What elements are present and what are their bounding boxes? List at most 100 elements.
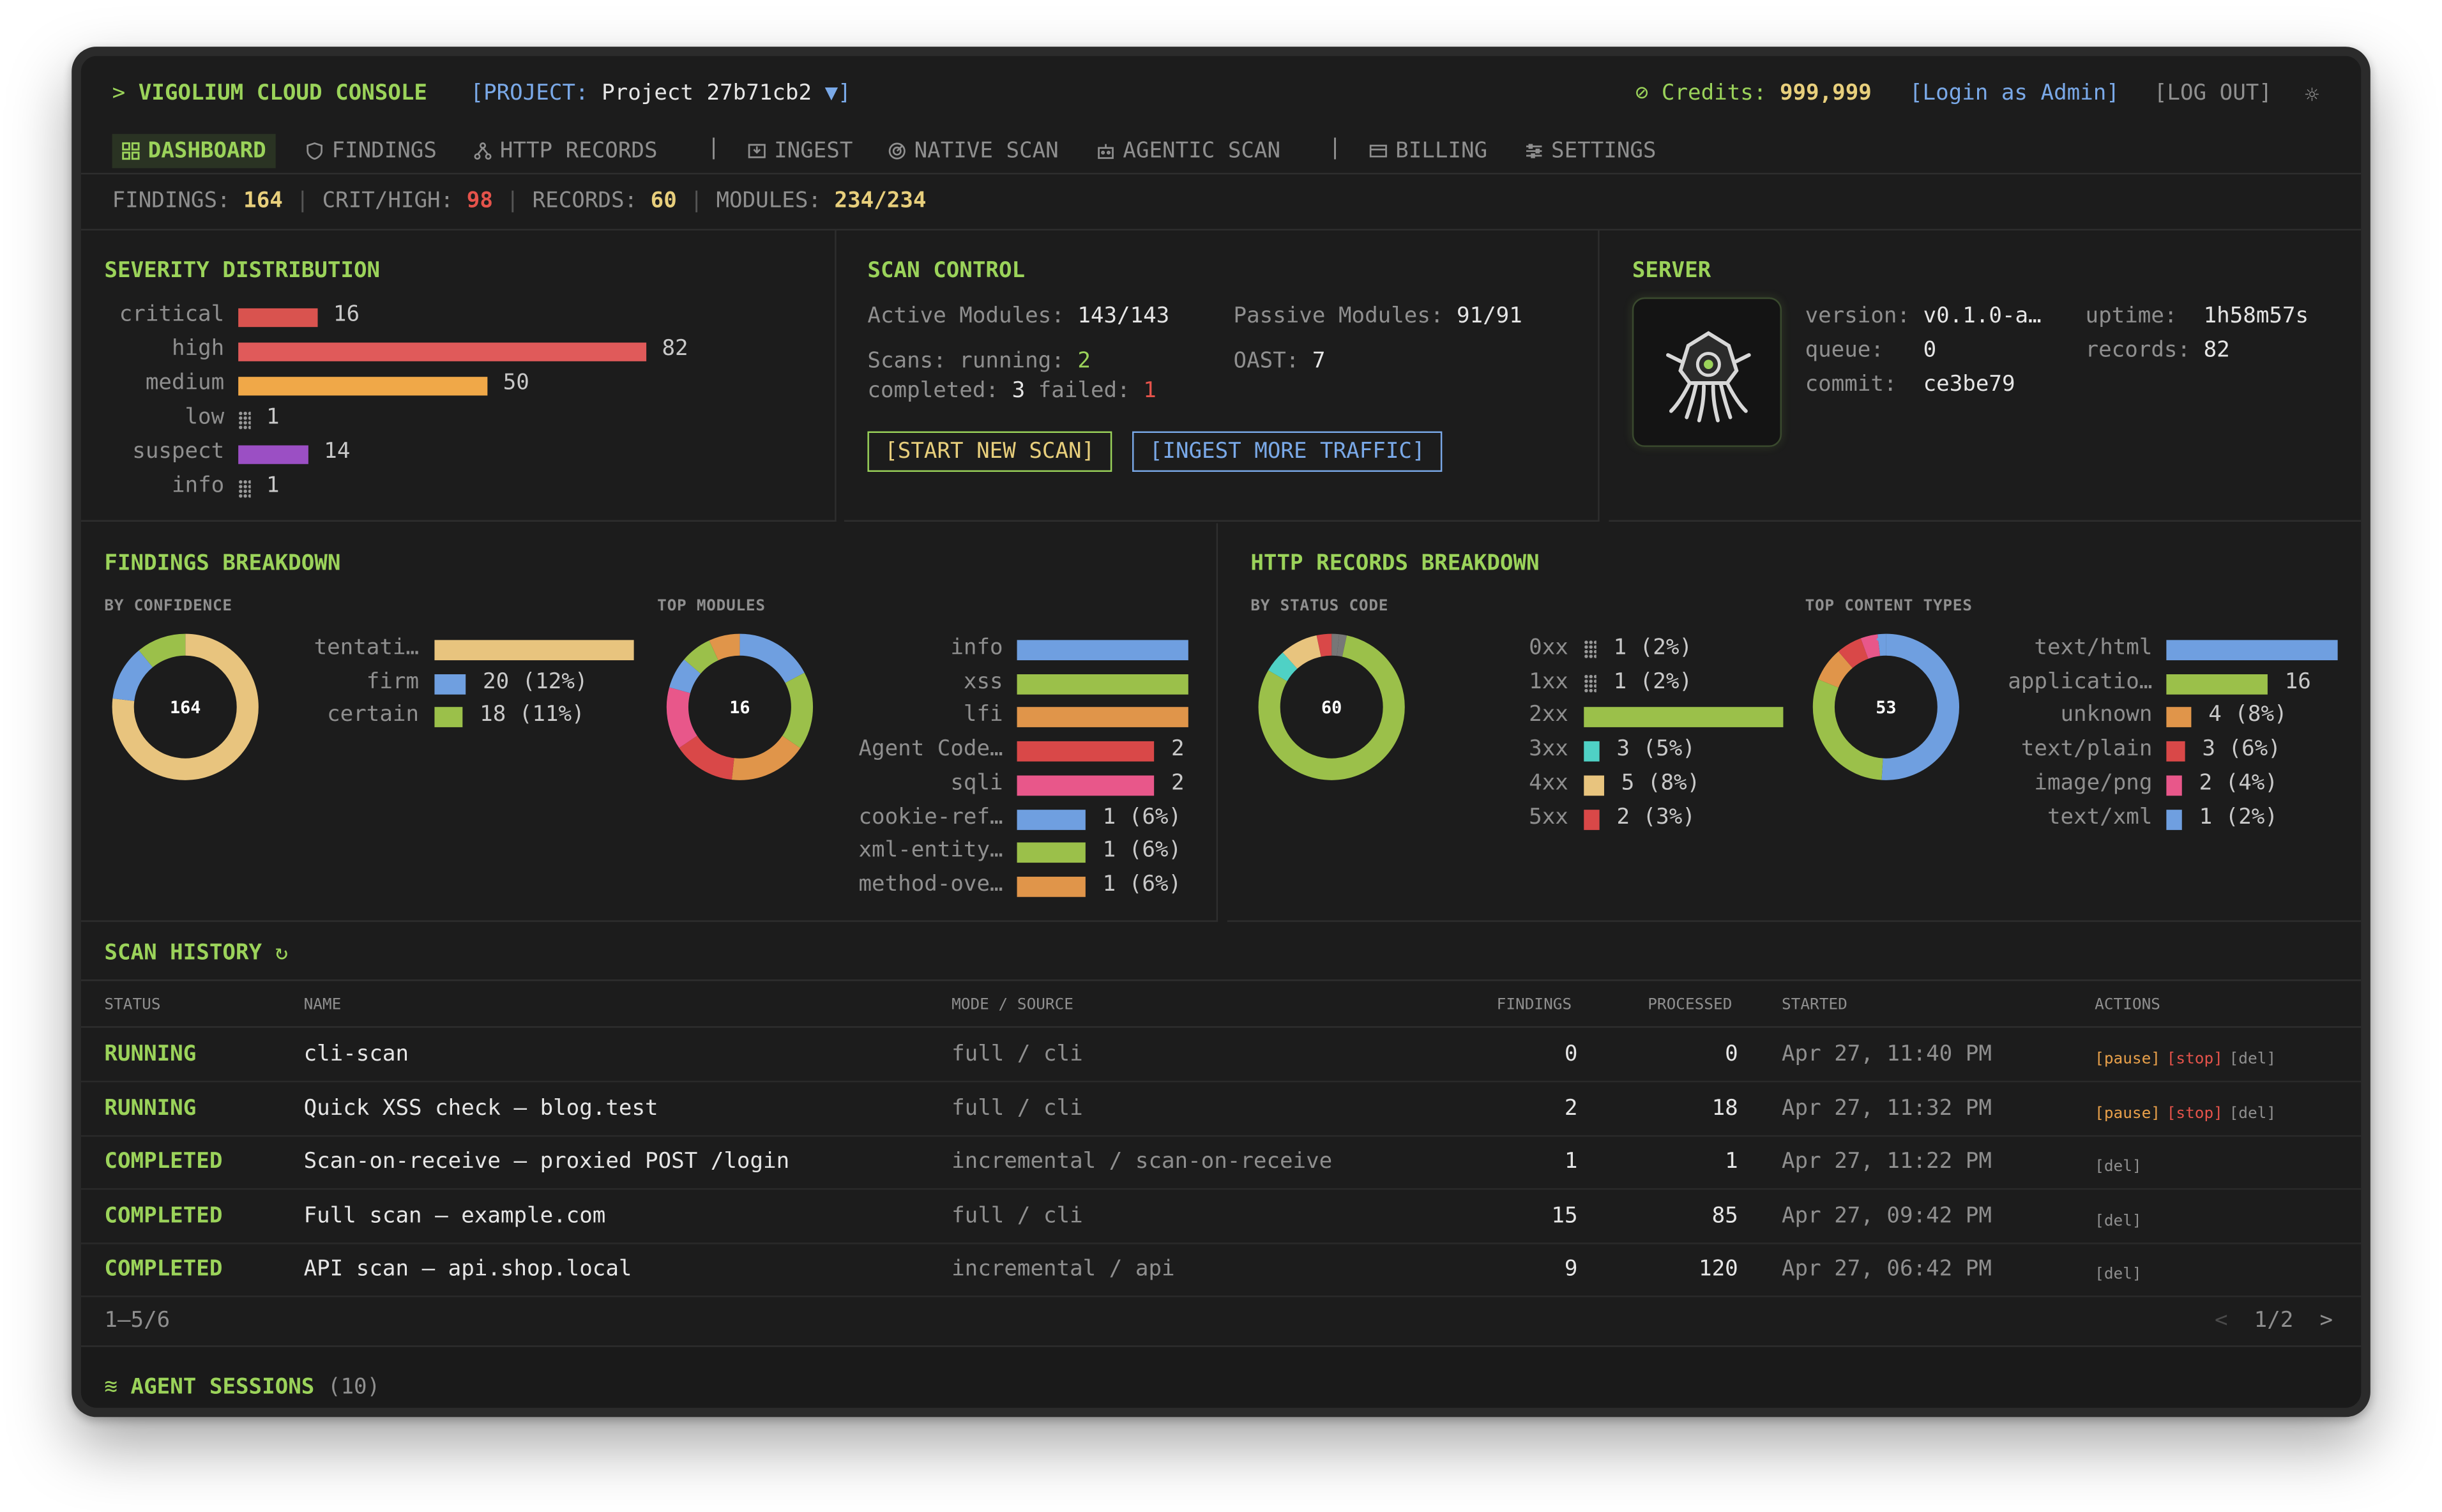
nav-divider: | [707, 135, 720, 161]
agent-sessions-section[interactable]: ≋ AGENT SESSIONS (10) [80, 1345, 2362, 1408]
col-processed: PROCESSED [1648, 996, 1733, 1014]
scans-running: 2 [1077, 349, 1091, 374]
tab-dashboard[interactable]: DASHBOARD [112, 133, 276, 169]
del-button[interactable]: [del] [2095, 1267, 2141, 1284]
scan-mode: incremental / api [952, 1257, 1175, 1283]
scans-failed: 1 [1143, 378, 1157, 404]
legend-label: text/plain [2021, 736, 2153, 762]
legend-value: 1 (2%) [1613, 635, 1692, 661]
tab-http-records[interactable]: HTTP RECORDS [473, 134, 658, 169]
refresh-icon[interactable]: ↻ [275, 941, 289, 965]
legend-label: unknown [2060, 702, 2153, 728]
legend-label: cookie-ref… [858, 804, 1003, 829]
scan-actions: [del] [2095, 1153, 2148, 1177]
severity-bar [238, 377, 488, 396]
legend-bar [1017, 775, 1155, 796]
legend-value: 4 (8%) [2208, 702, 2287, 728]
stop-button[interactable]: [stop] [2167, 1051, 2223, 1068]
console-window: > VIGOLIUM CLOUD CONSOLE [PROJECT: Proje… [72, 47, 2370, 1418]
legend-label: 4xx [1529, 770, 1568, 796]
scan-actions: [del] [2095, 1207, 2148, 1232]
legend-bar [1584, 640, 1596, 659]
legend-label: xml-entity… [858, 838, 1003, 863]
legend-label: text/xml [2047, 804, 2153, 829]
donut-total: 53 [1876, 698, 1896, 718]
network-icon [474, 142, 492, 160]
severity-value: 1 [266, 405, 280, 430]
legend-bar [2166, 707, 2192, 728]
table-row[interactable]: COMPLETED API scan — api.shop.local increm… [80, 1243, 2362, 1298]
del-button[interactable]: [del] [2095, 1213, 2141, 1230]
legend-bar [1584, 775, 1604, 796]
pause-button[interactable]: [pause] [2095, 1051, 2160, 1068]
theme-toggle-icon[interactable]: ☼ [2305, 81, 2319, 109]
stats-bar: FINDINGS: 164 | CRIT/HIGH: 98 | RECORDS:… [80, 176, 2362, 231]
inbox-icon [748, 144, 766, 158]
scan-findings: 9 [1564, 1257, 1578, 1283]
legend-bar [1017, 707, 1188, 728]
legend-label: 1xx [1529, 669, 1568, 694]
scan-processed: 1 [1725, 1149, 1738, 1175]
col-started: STARTED [1781, 996, 1847, 1014]
tab-findings[interactable]: FINDINGS [305, 134, 437, 169]
stat-modules: 234/234 [834, 188, 927, 214]
severity-value: 82 [662, 336, 688, 361]
scan-history-section: SCAN HISTORY ↻ STATUS NAME MODE / SOURCE… [80, 923, 2362, 1343]
legend-value: 3 (6%) [2202, 736, 2281, 762]
legend-label: lfi [963, 702, 1003, 728]
table-row[interactable]: RUNNING cli-scan full / cli 0 0 Apr 27, 11:40… [80, 1028, 2362, 1082]
tab-settings[interactable]: SETTINGS [1525, 134, 1657, 169]
col-actions: ACTIONS [2095, 996, 2160, 1014]
legend-bar [434, 674, 466, 694]
scan-name[interactable]: Full scan — example.com [304, 1204, 606, 1228]
table-row[interactable]: RUNNING Quick XSS check — blog.test full /… [80, 1082, 2362, 1137]
legend-bar [434, 640, 634, 661]
grid-icon [122, 142, 140, 160]
tab-billing[interactable]: BILLING [1369, 134, 1487, 169]
panel-title: SEVERITY DISTRIBUTION [104, 258, 381, 284]
logout-link[interactable]: [LOG OUT] [2154, 81, 2272, 106]
legend-bar [1584, 707, 1784, 728]
legend-label: tentati… [314, 635, 420, 661]
start-new-scan-button[interactable]: [START NEW SCAN] [867, 431, 1112, 472]
legend-label: firm [366, 669, 420, 694]
ingest-traffic-button[interactable]: [INGEST MORE TRAFFIC] [1132, 431, 1443, 472]
table-row[interactable]: COMPLETED Full scan — example.com full / c… [80, 1190, 2362, 1244]
pause-button[interactable]: [pause] [2095, 1105, 2160, 1123]
project-selector[interactable]: [PROJECT: Project 27b71cb2 ▼] [471, 81, 851, 106]
project-name: Project 27b71cb2 [602, 80, 812, 106]
table-row[interactable]: COMPLETED Scan-on-receive — proxied POST … [80, 1135, 2362, 1190]
login-link[interactable]: [Login as Admin] [1909, 81, 2120, 106]
legend-value: 5 (8%) [1621, 770, 1701, 796]
scan-name[interactable]: cli-scan [304, 1042, 409, 1067]
del-button[interactable]: [del] [2229, 1051, 2276, 1068]
legend-bar [1584, 741, 1600, 762]
scan-name[interactable]: Scan-on-receive — proxied POST /login [304, 1149, 790, 1174]
legend-value: 2 [1171, 736, 1185, 762]
stop-button[interactable]: [stop] [2167, 1105, 2223, 1123]
tab-native-scan[interactable]: NATIVE SCAN [888, 134, 1059, 169]
legend-value: 18 (11%) [480, 702, 585, 728]
scan-mode: full / cli [952, 1203, 1083, 1228]
severity-value: 1 [266, 473, 280, 499]
tab-ingest[interactable]: INGEST [748, 134, 853, 169]
prev-page-button[interactable]: < [2215, 1308, 2228, 1333]
server-panel: SERVER version: v0.1.0-a… queue: 0 commi… [1609, 231, 2362, 522]
scan-name[interactable]: Quick XSS check — blog.test [304, 1096, 658, 1121]
legend-bar [1017, 842, 1086, 863]
findings-breakdown-panel: FINDINGS BREAKDOWN BY CONFIDENCE TOP MOD… [80, 523, 1218, 922]
scan-control-panel: SCAN CONTROL Active Modules: 143/143 Pas… [844, 230, 1600, 522]
scan-name[interactable]: API scan — api.shop.local [304, 1257, 632, 1282]
severity-panel: SEVERITY DISTRIBUTION critical 16 high 82 me… [80, 230, 837, 522]
server-version: v0.1.0-a… [1923, 303, 2042, 329]
del-button[interactable]: [del] [2095, 1159, 2141, 1176]
radar-icon [888, 142, 906, 160]
next-page-button[interactable]: > [2319, 1308, 2333, 1333]
legend-bar [1584, 674, 1596, 693]
app-title: VIGOLIUM CLOUD CONSOLE [138, 80, 427, 106]
tab-agentic-scan[interactable]: AGENTIC SCAN [1096, 134, 1280, 169]
del-button[interactable]: [del] [2229, 1105, 2276, 1123]
sliders-icon [1526, 144, 1542, 158]
scan-mode: full / cli [952, 1041, 1083, 1067]
legend-label: 2xx [1529, 702, 1568, 728]
